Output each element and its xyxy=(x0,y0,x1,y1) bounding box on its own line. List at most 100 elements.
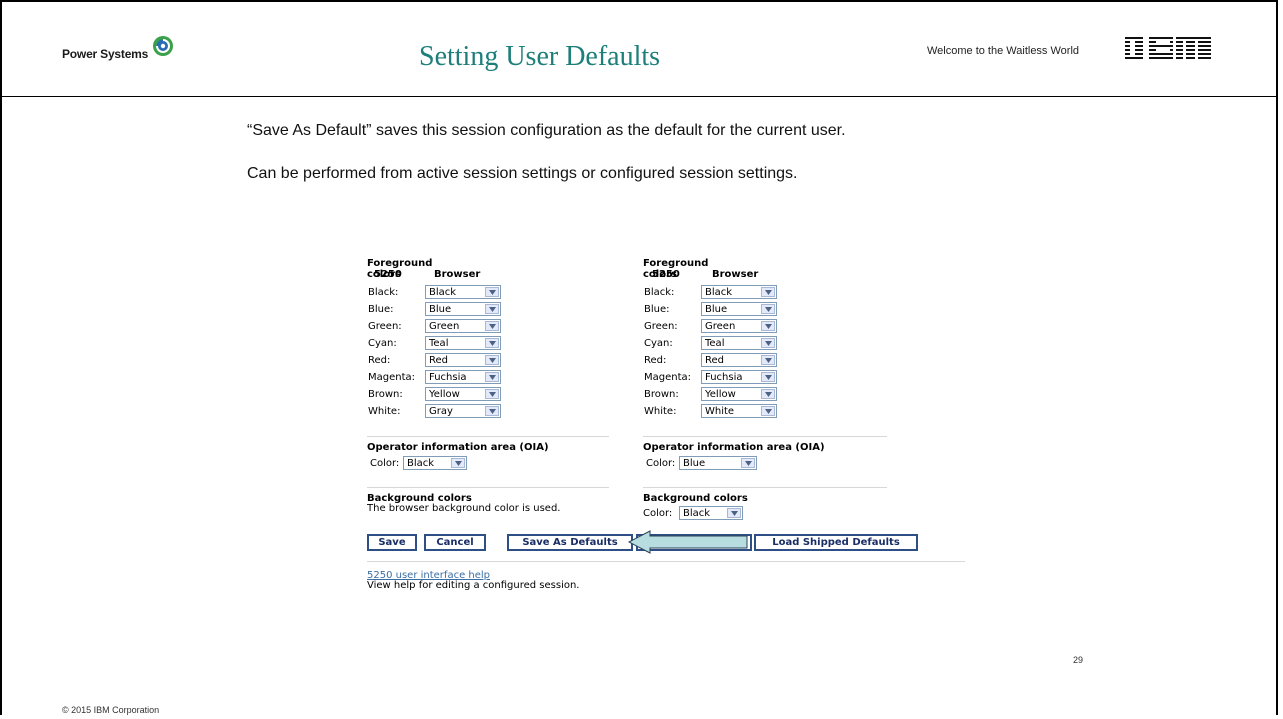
chevron-down-icon[interactable] xyxy=(485,304,499,314)
browser-color-select[interactable]: Blue xyxy=(701,302,777,316)
browser-color-select[interactable]: Red xyxy=(701,353,777,367)
divider xyxy=(643,487,887,488)
color-row-label: White: xyxy=(644,405,677,417)
chevron-down-icon[interactable] xyxy=(485,406,499,416)
divider xyxy=(367,487,609,488)
bg-colors-title: Background colors xyxy=(643,493,748,504)
brand: Power Systems xyxy=(62,35,174,61)
browser-color-select[interactable]: Green xyxy=(425,319,501,333)
bg-note: The browser background color is used. xyxy=(367,503,561,514)
chevron-down-icon[interactable] xyxy=(741,458,755,468)
chevron-down-icon[interactable] xyxy=(761,389,775,399)
chevron-down-icon[interactable] xyxy=(761,355,775,365)
browser-color-value: Blue xyxy=(705,304,728,315)
oia-color-value: Black xyxy=(407,458,435,469)
oia-color-select[interactable]: Blue xyxy=(679,456,757,470)
browser-color-select[interactable]: Green xyxy=(701,319,777,333)
browser-color-select[interactable]: Black xyxy=(701,285,777,299)
chevron-down-icon[interactable] xyxy=(761,406,775,416)
browser-color-value: Black xyxy=(429,287,457,298)
browser-color-select[interactable]: Teal xyxy=(425,336,501,350)
col-browser-header: Browser xyxy=(712,269,759,280)
browser-color-select[interactable]: White xyxy=(701,404,777,418)
color-row-label: Black: xyxy=(644,286,675,298)
chevron-down-icon[interactable] xyxy=(761,287,775,297)
color-row: Red: Red xyxy=(368,353,501,367)
color-row-label: Magenta: xyxy=(368,371,416,383)
color-row-label: White: xyxy=(368,405,401,417)
save-button[interactable]: Save xyxy=(367,534,417,551)
color-row: Brown: Yellow xyxy=(368,387,501,401)
browser-color-select[interactable]: Blue xyxy=(425,302,501,316)
color-row-label: Black: xyxy=(368,286,399,298)
color-row-label: Brown: xyxy=(644,388,679,400)
cancel-button[interactable]: Cancel xyxy=(424,534,486,551)
arrow-left-callout-icon xyxy=(628,530,748,554)
color-row: Black: Black xyxy=(644,285,777,299)
chevron-down-icon[interactable] xyxy=(485,372,499,382)
ibm-logo-icon xyxy=(1125,37,1211,59)
chevron-down-icon[interactable] xyxy=(761,372,775,382)
chevron-down-icon[interactable] xyxy=(727,508,741,518)
chevron-down-icon[interactable] xyxy=(761,304,775,314)
browser-color-select[interactable]: Red xyxy=(425,353,501,367)
browser-color-value: Fuchsia xyxy=(429,372,467,383)
oia-color-label: Color: xyxy=(370,457,400,469)
load-shipped-defaults-button[interactable]: Load Shipped Defaults xyxy=(754,534,918,551)
browser-color-select[interactable]: Gray xyxy=(425,404,501,418)
color-row: White: Gray xyxy=(368,404,501,418)
chevron-down-icon[interactable] xyxy=(761,321,775,331)
color-row: Brown: Yellow xyxy=(644,387,777,401)
slide-title: Setting User Defaults xyxy=(419,41,661,72)
browser-color-value: Red xyxy=(429,355,448,366)
browser-color-select[interactable]: Fuchsia xyxy=(701,370,777,384)
oia-color-row: Color: Blue xyxy=(646,456,757,470)
chevron-down-icon[interactable] xyxy=(485,389,499,399)
col-5250-header: 5250 xyxy=(374,269,402,280)
bullet-save-as-default: “Save As Default” saves this session con… xyxy=(247,122,846,139)
browser-color-value: Green xyxy=(429,321,460,332)
color-row: Green: Green xyxy=(644,319,777,333)
bullet-where-performed: Can be performed from active session set… xyxy=(247,165,798,182)
chevron-down-icon[interactable] xyxy=(451,458,465,468)
slide-frame xyxy=(0,0,1278,715)
brand-name: Power Systems xyxy=(62,47,149,61)
col-browser-header: Browser xyxy=(434,269,481,280)
color-row: Magenta: Fuchsia xyxy=(368,370,501,384)
chevron-down-icon[interactable] xyxy=(485,287,499,297)
color-row: Green: Green xyxy=(368,319,501,333)
chevron-down-icon[interactable] xyxy=(485,338,499,348)
bg-color-value: Black xyxy=(683,508,711,519)
oia-title: Operator information area (OIA) xyxy=(367,442,549,453)
color-row-label: Magenta: xyxy=(644,371,692,383)
oia-color-value: Blue xyxy=(683,458,706,469)
save-as-defaults-button[interactable]: Save As Defaults xyxy=(507,534,633,551)
browser-color-select[interactable]: Black xyxy=(425,285,501,299)
oia-title: Operator information area (OIA) xyxy=(643,442,825,453)
browser-color-select[interactable]: Fuchsia xyxy=(425,370,501,384)
browser-color-value: Teal xyxy=(429,338,449,349)
color-row-label: Cyan: xyxy=(644,337,673,349)
color-row-label: Cyan: xyxy=(368,337,397,349)
color-row-label: Green: xyxy=(368,320,402,332)
browser-color-select[interactable]: Yellow xyxy=(701,387,777,401)
bg-color-select[interactable]: Black xyxy=(679,506,743,520)
chevron-down-icon[interactable] xyxy=(485,355,499,365)
color-row-label: Brown: xyxy=(368,388,403,400)
chevron-down-icon[interactable] xyxy=(761,338,775,348)
browser-color-value: Teal xyxy=(705,338,725,349)
browser-color-value: Blue xyxy=(429,304,452,315)
color-row-label: Green: xyxy=(644,320,678,332)
browser-color-select[interactable]: Yellow xyxy=(425,387,501,401)
bg-color-row: Color: Black xyxy=(643,506,743,520)
power-systems-logo-icon xyxy=(153,36,174,56)
color-row-label: Red: xyxy=(368,354,391,366)
browser-color-value: Green xyxy=(705,321,736,332)
oia-color-row: Color: Black xyxy=(370,456,467,470)
oia-color-select[interactable]: Black xyxy=(403,456,467,470)
browser-color-select[interactable]: Teal xyxy=(701,336,777,350)
chevron-down-icon[interactable] xyxy=(485,321,499,331)
divider xyxy=(643,436,887,437)
col-5250-header: 5250 xyxy=(652,269,680,280)
header-divider xyxy=(2,96,1277,97)
